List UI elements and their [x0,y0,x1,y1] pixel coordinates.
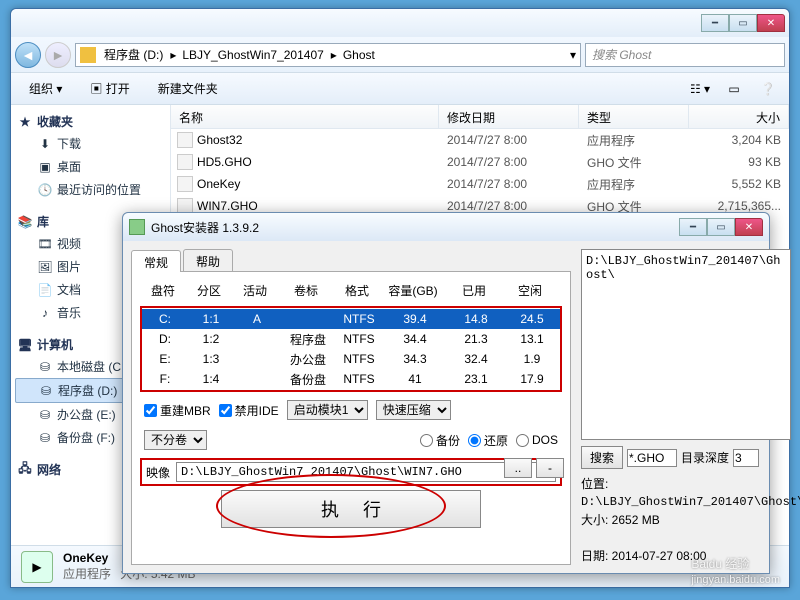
file-icon [177,154,193,170]
no-volume-select[interactable]: 不分卷 [144,430,207,450]
pattern-input[interactable] [627,449,677,467]
preview-pane-button[interactable]: ▭ [721,78,747,100]
ghost-installer-dialog: Ghost安装器 1.3.9.2 ━ ▭ ✕ 常规 帮助 盘符分区活动卷标格式容… [122,212,770,574]
minimize-button[interactable]: ━ [701,14,729,32]
options-row-1: 重建MBR 禁用IDE 启动模块1 快速压缩 [140,398,562,422]
partition-header: 盘符分区活动卷标格式容量(GB)已用空闲 [140,280,562,300]
column-headers[interactable]: 名称 修改日期 类型 大小 [171,105,789,129]
breadcrumb-seg[interactable]: 程序盘 (D:) [98,46,170,63]
help-button[interactable]: ❔ [755,78,781,100]
maximize-button[interactable]: ▭ [729,14,757,32]
app-icon: ▶ [21,551,53,583]
restore-radio[interactable]: 还原 [468,432,508,449]
col-size[interactable]: 大小 [689,105,789,128]
execute-button[interactable]: 执行 [221,490,481,528]
tabs: 常规 帮助 [131,249,571,271]
partition-row[interactable]: D:1:2程序盘NTFS34.421.313.1 [142,329,560,349]
col-name[interactable]: 名称 [171,105,439,128]
breadcrumb[interactable]: 程序盘 (D:)▸ LBJY_GhostWin7_201407▸ Ghost ▾ [75,43,581,67]
nav-forward-button[interactable]: ► [45,42,71,68]
open-button[interactable]: ▣ 打开 [80,76,139,101]
drive-icon [80,47,96,63]
sidebar-favorites-hdr[interactable]: ★收藏夹 [15,111,166,132]
breadcrumb-seg[interactable]: Ghost [337,48,382,62]
sidebar-item-downloads[interactable]: ⬇下载 [15,132,166,155]
sidebar-item-recent[interactable]: 🕓最近访问的位置 [15,178,166,201]
dialog-title: Ghost安装器 1.3.9.2 [151,219,259,236]
organize-button[interactable]: 组织 ▾ [19,76,72,101]
file-icon [177,176,193,192]
sidebar-item-desktop[interactable]: ▣桌面 [15,155,166,178]
tab-normal[interactable]: 常规 [131,250,181,272]
partition-row[interactable]: C:1:1ANTFS39.414.824.5 [142,309,560,329]
depth-label: 目录深度 [681,449,729,466]
search-placeholder: 搜索 Ghost [592,46,651,63]
options-row-2: 不分卷 备份 还原 DOS [140,428,562,452]
backup-radio[interactable]: 备份 [420,432,460,449]
nav-back-button[interactable]: ◄ [15,42,41,68]
rebuild-mbr-checkbox[interactable]: 重建MBR [144,402,211,419]
dialog-maximize-button[interactable]: ▭ [707,218,735,236]
search-input[interactable]: 搜索 Ghost [585,43,785,67]
depth-input[interactable] [733,449,759,467]
compression-select[interactable]: 快速压缩 [376,400,451,420]
dos-radio[interactable]: DOS [516,433,558,447]
search-button[interactable]: 搜索 [581,446,623,469]
dialog-close-button[interactable]: ✕ [735,218,763,236]
explorer-titlebar: ━ ▭ ✕ [11,9,789,37]
browse-button[interactable]: .. [504,458,532,478]
explorer-toolbar: 组织 ▾ ▣ 打开 新建文件夹 ☷ ▾ ▭ ❔ [11,73,789,105]
path-display[interactable]: D:\LBJY_GhostWin7_201407\Ghost\ [581,249,791,440]
col-date[interactable]: 修改日期 [439,105,579,128]
remove-button[interactable]: - [536,458,564,478]
partition-row[interactable]: F:1:4备份盘NTFS4123.117.9 [142,369,560,389]
partition-row[interactable]: E:1:3办公盘NTFS34.332.41.9 [142,349,560,369]
disable-ide-checkbox[interactable]: 禁用IDE [219,402,279,419]
status-info: 位置: D:\LBJY_GhostWin7_201407\Ghost\WI 大小… [581,475,791,565]
new-folder-button[interactable]: 新建文件夹 [148,76,228,101]
file-row[interactable]: OneKey2014/7/27 8:00应用程序5,552 KB [171,173,789,195]
dialog-titlebar[interactable]: Ghost安装器 1.3.9.2 ━ ▭ ✕ [123,213,769,241]
file-icon [177,132,193,148]
boot-module-select[interactable]: 启动模块1 [287,400,368,420]
view-button[interactable]: ☷ ▾ [687,78,713,100]
file-row[interactable]: HD5.GHO2014/7/27 8:00GHO 文件93 KB [171,151,789,173]
col-type[interactable]: 类型 [579,105,689,128]
dialog-minimize-button[interactable]: ━ [679,218,707,236]
close-button[interactable]: ✕ [757,14,785,32]
tab-help[interactable]: 帮助 [183,249,233,271]
file-row[interactable]: Ghost322014/7/27 8:00应用程序3,204 KB [171,129,789,151]
address-bar: ◄ ► 程序盘 (D:)▸ LBJY_GhostWin7_201407▸ Gho… [11,37,789,73]
app-icon [129,219,145,235]
breadcrumb-seg[interactable]: LBJY_GhostWin7_201407 [176,48,330,62]
